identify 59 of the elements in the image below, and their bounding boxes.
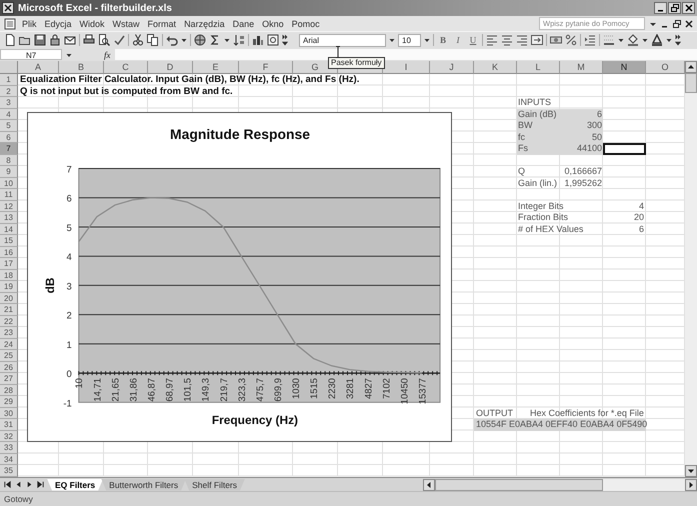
y-tick-label: 3	[66, 280, 72, 291]
note-text: Q is not input but is computed from BW and fc.	[19, 86, 234, 97]
window-title: Microsoft Excel - filterbuilder.xls	[18, 2, 172, 14]
y-axis-title: dB	[42, 277, 57, 293]
input-value: 50	[592, 132, 602, 143]
input-label: fc	[518, 132, 526, 143]
setting-value: 6	[638, 224, 645, 235]
x-tick-label: 323,3	[236, 378, 247, 402]
chart-title: Magnitude Response	[170, 125, 310, 142]
x-tick-label: 46,87	[145, 378, 156, 402]
input-label: Fs	[518, 143, 528, 154]
y-tick-label: 1	[66, 338, 72, 350]
result-value: 1,995262	[563, 178, 603, 189]
x-tick-label: 219,7	[218, 378, 229, 402]
inputs-heading: INPUTS	[517, 97, 552, 108]
x-tick-label: 21,65	[109, 378, 120, 402]
input-label: BW	[518, 120, 532, 132]
setting-label: # of HEX Values	[517, 224, 584, 235]
y-tick-label: -1	[63, 396, 72, 408]
y-tick-label: 4	[66, 250, 72, 262]
x-tick-label: 10	[73, 378, 84, 388]
x-tick-label: 4827	[362, 378, 374, 398]
x-tick-label: 3281	[344, 378, 356, 398]
result-label: Q	[517, 166, 526, 178]
x-tick-label: 101,5	[182, 378, 193, 402]
x-tick-label: 10450	[398, 378, 410, 404]
input-value: 6	[596, 108, 602, 120]
x-tick-label: 7102	[380, 378, 392, 398]
input-value: 300	[586, 120, 602, 132]
x-tick-label: 475,7	[254, 378, 265, 402]
x-tick-label: 2230	[326, 378, 338, 398]
setting-value: 4	[638, 200, 645, 212]
y-tick-label: 7	[66, 162, 72, 174]
x-tick-label: 149,3	[200, 378, 211, 402]
setting-label: Integer Bits	[517, 200, 565, 212]
x-tick-label: 699,9	[272, 378, 283, 402]
x-tick-label: 68,97	[164, 378, 175, 402]
setting-value: 20	[632, 212, 645, 224]
x-tick-label: 1030	[290, 378, 302, 398]
note-text: Equalization Filter Calculator. Input Gain (dB), BW (Hz), fc (Hz), and Fs (Hz).	[19, 74, 360, 86]
status-text: Gotowy	[4, 494, 33, 504]
x-tick-label: 1515	[308, 378, 320, 398]
y-tick-label: 0	[66, 368, 72, 379]
input-label: Gain (dB)	[518, 108, 557, 120]
setting-label: Fraction Bits	[517, 212, 570, 224]
tooltip: Pasek formuły	[328, 57, 385, 69]
x-tick-label: 15377	[416, 378, 428, 404]
output-value: 10554F E0ABA4 0EFF40 E0ABA4 0F5490	[474, 419, 646, 430]
y-tick-label: 5	[66, 221, 72, 232]
y-tick-label: 6	[66, 192, 72, 204]
x-tick-label: 14,71	[91, 378, 102, 402]
output-heading: OUTPUT	[475, 408, 514, 419]
output-caption: Hex Coefficients for *.eq File	[529, 408, 645, 419]
input-value: 44100	[576, 143, 602, 154]
y-tick-label: 2	[66, 309, 72, 320]
result-value: 0,166667	[563, 166, 603, 178]
x-axis-title: Frequency (Hz)	[212, 412, 298, 427]
x-tick-label: 31,86	[127, 378, 138, 402]
result-label: Gain (lin.)	[517, 178, 558, 189]
